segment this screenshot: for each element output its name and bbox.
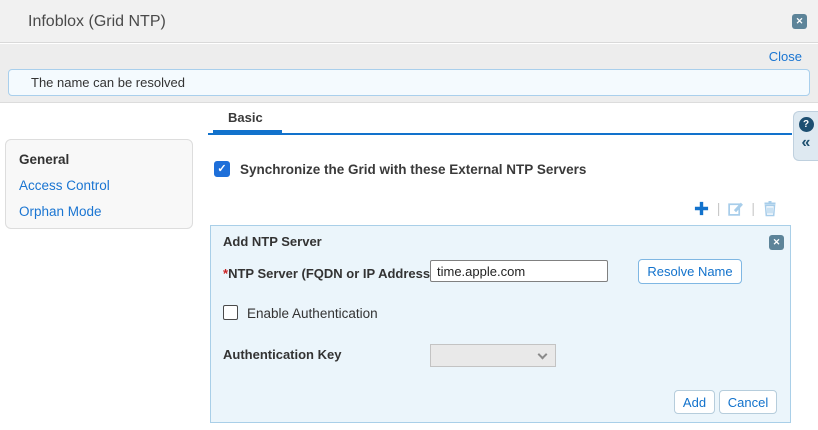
chevron-down-icon bbox=[538, 350, 548, 360]
ntp-server-label: *NTP Server (FQDN or IP Address) bbox=[223, 266, 434, 281]
ntp-server-toolbar: | | bbox=[693, 198, 778, 218]
sync-ntp-label: Synchronize the Grid with these External… bbox=[240, 162, 586, 177]
close-link[interactable]: Close bbox=[769, 49, 802, 64]
check-icon: ✓ bbox=[226, 307, 235, 318]
dialog-title: Infoblox (Grid NTP) bbox=[28, 0, 166, 43]
sync-ntp-checkbox[interactable]: ✓ bbox=[214, 161, 230, 177]
resolve-status-message: The name can be resolved bbox=[8, 69, 810, 96]
sidebar-nav: General Access Control Orphan Mode bbox=[5, 139, 193, 229]
tab-bar-divider bbox=[208, 133, 792, 135]
sidebar-item-general[interactable]: General bbox=[19, 152, 192, 167]
dialog-titlebar: Infoblox (Grid NTP) ✕ bbox=[0, 0, 818, 43]
help-strip: ? « bbox=[793, 111, 818, 161]
toolbar-separator: | bbox=[717, 200, 721, 216]
sidebar-item-access-control[interactable]: Access Control bbox=[19, 178, 192, 193]
sidebar-item-orphan-mode[interactable]: Orphan Mode bbox=[19, 204, 192, 219]
tab-basic[interactable]: Basic bbox=[228, 110, 263, 125]
grid-ntp-dialog: Infoblox (Grid NTP) ✕ Close The name can… bbox=[0, 0, 818, 430]
enable-authentication-checkbox[interactable]: ✓ bbox=[223, 305, 238, 320]
panel-close-icon[interactable]: ✕ bbox=[769, 235, 784, 250]
help-icon[interactable]: ? bbox=[799, 117, 814, 132]
ntp-server-input[interactable] bbox=[430, 260, 608, 282]
check-icon: ✓ bbox=[217, 164, 226, 175]
authentication-key-label: Authentication Key bbox=[223, 347, 341, 362]
tab-active-indicator bbox=[213, 130, 282, 135]
cancel-button[interactable]: Cancel bbox=[719, 390, 777, 414]
add-ntp-server-panel: Add NTP Server ✕ *NTP Server (FQDN or IP… bbox=[210, 225, 791, 423]
delete-icon[interactable] bbox=[762, 200, 778, 217]
resolve-name-button[interactable]: Resolve Name bbox=[638, 259, 742, 284]
authentication-key-select[interactable] bbox=[430, 344, 556, 367]
subheader-strip: Close The name can be resolved bbox=[0, 44, 818, 103]
dialog-close-icon[interactable]: ✕ bbox=[792, 14, 807, 29]
collapse-panel-icon[interactable]: « bbox=[802, 135, 811, 151]
add-button[interactable]: Add bbox=[674, 390, 715, 414]
enable-authentication-label: Enable Authentication bbox=[247, 306, 378, 321]
add-icon[interactable] bbox=[693, 200, 710, 217]
toolbar-separator: | bbox=[751, 200, 755, 216]
edit-icon[interactable] bbox=[727, 200, 744, 217]
panel-title: Add NTP Server bbox=[223, 234, 322, 249]
